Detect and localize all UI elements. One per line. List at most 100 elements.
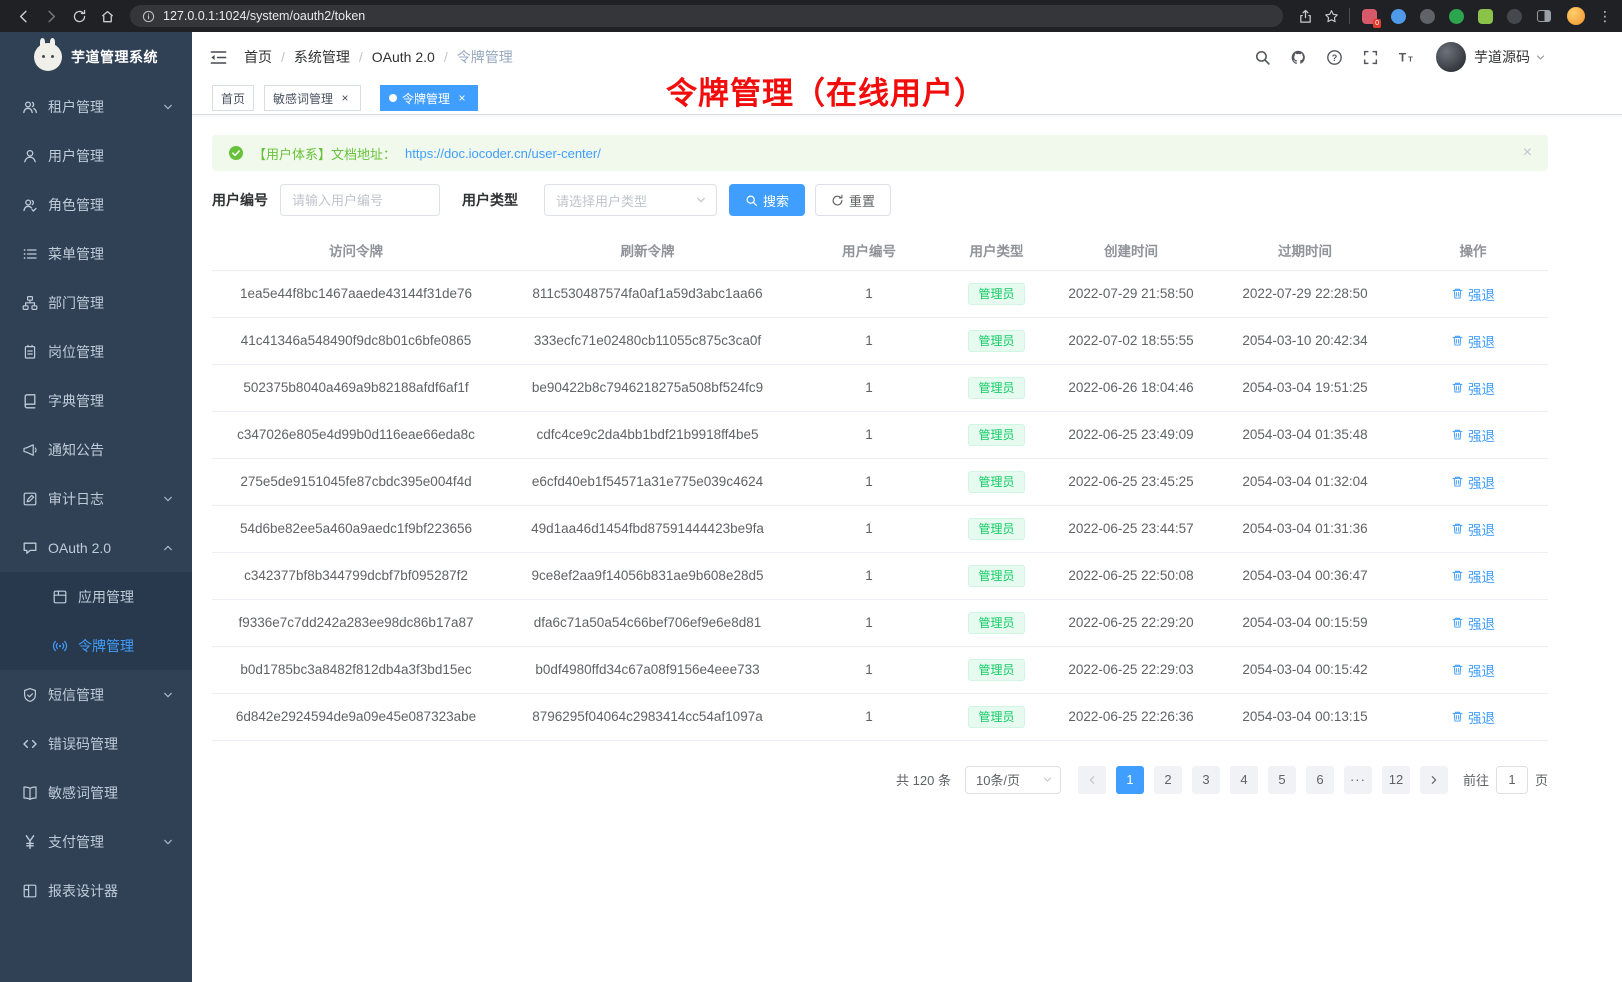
search-icon[interactable]: [1244, 32, 1280, 82]
user-avatar[interactable]: [1436, 42, 1466, 72]
sidebar-item[interactable]: 令牌管理: [0, 621, 192, 670]
address-bar[interactable]: 127.0.0.1:1024/system/oauth2/token: [130, 5, 1283, 27]
page-size-select[interactable]: 10条/页: [965, 766, 1061, 794]
browser-profile-avatar[interactable]: [1567, 7, 1585, 25]
sidebar-item[interactable]: 菜单管理: [0, 229, 192, 278]
view-tab[interactable]: 首页: [212, 85, 254, 111]
next-page-button[interactable]: [1420, 766, 1448, 794]
home-button[interactable]: [94, 3, 120, 29]
user-type-cell: 管理员: [943, 505, 1050, 552]
app-logo[interactable]: 芋道管理系统: [0, 32, 192, 82]
doc-link[interactable]: https://doc.iocoder.cn/user-center/: [405, 146, 601, 161]
help-icon[interactable]: ?: [1316, 32, 1352, 82]
extension-icon[interactable]: [1449, 9, 1464, 24]
breadcrumb-item[interactable]: 首页: [244, 47, 272, 67]
user-id-cell: 1: [795, 599, 943, 646]
prev-page-button[interactable]: [1078, 766, 1106, 794]
reload-button[interactable]: [66, 3, 92, 29]
created-time-cell: 2022-06-25 22:26:36: [1050, 693, 1212, 740]
sidebar-item[interactable]: 错误码管理: [0, 719, 192, 768]
view-tab[interactable]: 令牌管理 ×: [380, 85, 478, 111]
goto-page-input[interactable]: [1496, 766, 1528, 794]
user-type-badge: 管理员: [968, 612, 1024, 634]
doc-alert: 【用户体系】文档地址： https://doc.iocoder.cn/user-…: [212, 135, 1548, 171]
force-logout-button[interactable]: 强退: [1451, 284, 1495, 304]
sidebar-item[interactable]: 短信管理: [0, 670, 192, 719]
extension-icon[interactable]: 0: [1362, 9, 1377, 24]
search-button[interactable]: 搜索: [729, 184, 805, 216]
expire-time-cell: 2054-03-04 00:36:47: [1212, 552, 1398, 599]
force-logout-button[interactable]: 强退: [1451, 331, 1495, 351]
breadcrumb-item[interactable]: 系统管理: [294, 47, 350, 67]
user-id-input[interactable]: [280, 184, 440, 216]
view-tab[interactable]: 敏感词管理 ×: [264, 85, 361, 111]
sidebar-item[interactable]: OAuth 2.0: [0, 523, 192, 572]
breadcrumb-separator: /: [281, 49, 285, 65]
user-menu-caret-icon[interactable]: [1535, 52, 1546, 63]
sidebar-item[interactable]: 岗位管理: [0, 327, 192, 376]
user-type-select[interactable]: 请选择用户类型: [544, 184, 717, 216]
share-icon[interactable]: [1293, 4, 1317, 28]
page-button[interactable]: 5: [1268, 766, 1296, 794]
browser-menu-icon[interactable]: ⋮: [1598, 8, 1612, 25]
page-button[interactable]: ···: [1344, 766, 1372, 794]
force-logout-button[interactable]: 强退: [1451, 566, 1495, 586]
page-button[interactable]: 12: [1382, 766, 1410, 794]
sidebar-item[interactable]: 角色管理: [0, 180, 192, 229]
tab-split-icon[interactable]: [1537, 10, 1551, 22]
font-size-icon[interactable]: TT: [1388, 32, 1424, 82]
sidebar-item[interactable]: 支付管理: [0, 817, 192, 866]
extension-icon[interactable]: [1420, 9, 1435, 24]
force-logout-button[interactable]: 强退: [1451, 378, 1495, 398]
sidebar-item[interactable]: 报表设计器: [0, 866, 192, 915]
page-button[interactable]: 1: [1116, 766, 1144, 794]
menu-item-label: 岗位管理: [48, 342, 186, 362]
alert-close-icon[interactable]: ×: [1523, 145, 1532, 161]
sidebar-item[interactable]: 租户管理: [0, 82, 192, 131]
user-type-placeholder: 请选择用户类型: [556, 191, 647, 210]
created-time-cell: 2022-06-25 23:45:25: [1050, 458, 1212, 505]
sidebar-item[interactable]: 敏感词管理: [0, 768, 192, 817]
site-info-icon[interactable]: [142, 10, 155, 23]
fullscreen-icon[interactable]: [1352, 32, 1388, 82]
extension-icon[interactable]: [1391, 9, 1406, 24]
extension-icon[interactable]: [1478, 9, 1493, 24]
sidebar-item[interactable]: 应用管理: [0, 572, 192, 621]
close-tab-icon[interactable]: ×: [338, 91, 352, 105]
back-button[interactable]: [10, 3, 36, 29]
tab-label: 敏感词管理: [273, 90, 333, 107]
page-button[interactable]: 3: [1192, 766, 1220, 794]
chevron-icon: [162, 493, 174, 505]
svg-text:?: ?: [1331, 52, 1337, 62]
sidebar-toggle[interactable]: [192, 32, 244, 82]
force-logout-button[interactable]: 强退: [1451, 519, 1495, 539]
force-logout-button[interactable]: 强退: [1451, 660, 1495, 680]
sidebar-item[interactable]: 用户管理: [0, 131, 192, 180]
svg-text:T: T: [1398, 50, 1406, 64]
reset-button[interactable]: 重置: [815, 184, 891, 216]
user-type-label: 用户类型: [462, 190, 518, 210]
table-row: 54d6be82ee5a460a9aedc1f9bf223656 49d1aa4…: [212, 505, 1548, 552]
sidebar-item[interactable]: 通知公告: [0, 425, 192, 474]
force-logout-button[interactable]: 强退: [1451, 472, 1495, 492]
sidebar-item[interactable]: 审计日志: [0, 474, 192, 523]
page-button[interactable]: 6: [1306, 766, 1334, 794]
extension-icon[interactable]: [1507, 9, 1522, 24]
breadcrumb-item[interactable]: OAuth 2.0: [372, 49, 435, 65]
page-button[interactable]: 2: [1154, 766, 1182, 794]
force-logout-button[interactable]: 强退: [1451, 613, 1495, 633]
page-button[interactable]: 4: [1230, 766, 1258, 794]
bookmark-star-icon[interactable]: [1319, 4, 1343, 28]
github-icon[interactable]: [1280, 32, 1316, 82]
sidebar-item[interactable]: 字典管理: [0, 376, 192, 425]
user-id-cell: 1: [795, 458, 943, 505]
breadcrumb-item[interactable]: 令牌管理: [457, 47, 513, 67]
close-tab-icon[interactable]: ×: [455, 91, 469, 105]
sidebar-item[interactable]: 部门管理: [0, 278, 192, 327]
force-logout-button[interactable]: 强退: [1451, 425, 1495, 445]
username[interactable]: 芋道源码: [1474, 47, 1530, 67]
menu-item-label: 审计日志: [48, 489, 162, 509]
force-logout-button[interactable]: 强退: [1451, 707, 1495, 727]
access-token-cell: 6d842e2924594de9a09e45e087323abe: [212, 693, 500, 740]
forward-button[interactable]: [38, 3, 64, 29]
